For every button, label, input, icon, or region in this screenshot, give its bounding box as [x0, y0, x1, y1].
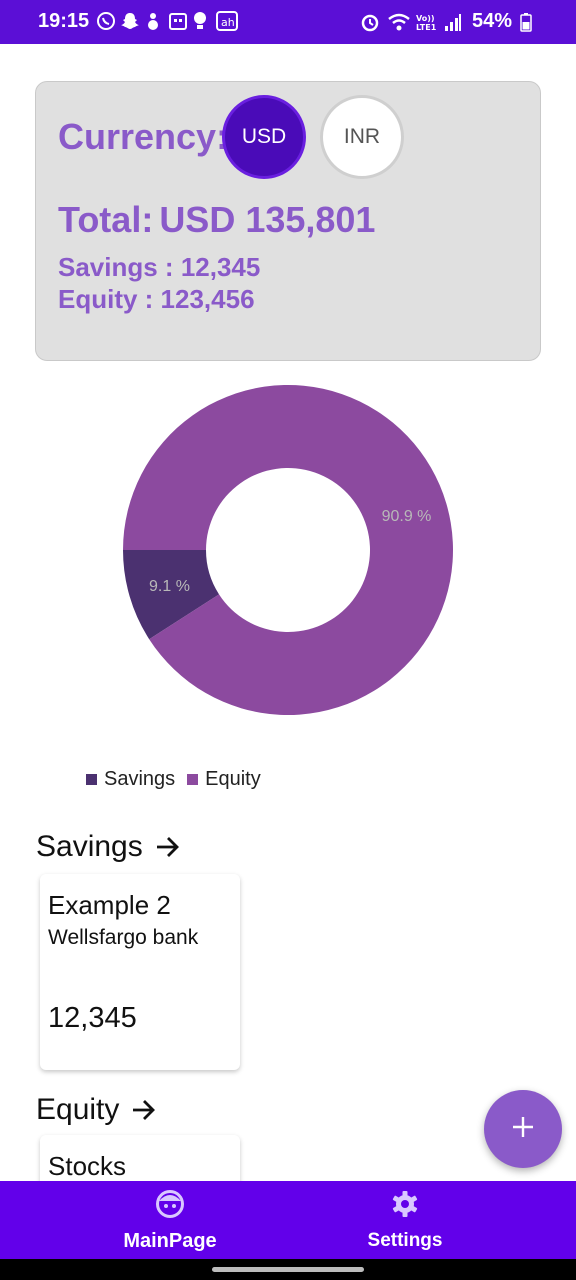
total-value: USD 135,801 [159, 199, 376, 240]
savings-account-card[interactable]: Example 2 Wellsfargo bank 12,345 [40, 874, 240, 1070]
arrow-right-icon [153, 833, 181, 861]
account-name: Example 2 [48, 890, 171, 920]
donut-slice-equity [123, 385, 453, 715]
chart-legend: Savings Equity [86, 768, 265, 791]
legend-swatch-savings [86, 774, 97, 785]
savings-section-link[interactable]: Savings [36, 830, 181, 864]
volte-icon: Vo)) LTE1 [416, 12, 437, 32]
nav-item-mainpage[interactable]: MainPage [70, 1189, 270, 1253]
currency-label: Currency: [58, 116, 229, 157]
total-row: Total: USD 135,801 [58, 199, 375, 241]
portfolio-donut-chart: 9.1 % 90.9 % [123, 385, 453, 715]
alarm-icon [360, 12, 380, 32]
nav-item-settings[interactable]: Settings [305, 1189, 505, 1252]
battery-icon [520, 12, 540, 32]
legend-item-equity: Equity [187, 768, 261, 791]
bulb-icon [192, 11, 210, 31]
equity-section-title: Equity [36, 1093, 120, 1126]
svg-text:LTE1: LTE1 [416, 23, 437, 32]
status-bar: 19:15 ah Vo)) LTE1 54% [0, 0, 576, 44]
account-value: 12,345 [48, 1002, 137, 1034]
signal-icon [444, 12, 464, 32]
nav-label-mainpage: MainPage [123, 1230, 217, 1252]
svg-text:ah: ah [221, 16, 235, 29]
face-icon [155, 1189, 185, 1224]
legend-label-equity: Equity [205, 768, 261, 790]
notification-icon [144, 11, 162, 31]
equity-section-link[interactable]: Equity [36, 1093, 157, 1127]
account-bank: Wellsfargo bank [48, 926, 199, 949]
account-name: Stocks [48, 1151, 127, 1181]
system-nav-bar [0, 1259, 576, 1280]
legend-swatch-equity [187, 774, 199, 785]
plus-icon [510, 1114, 536, 1145]
home-gesture-handle[interactable] [212, 1267, 364, 1272]
gear-icon [390, 1189, 420, 1224]
equity-summary: Equity : 123,456 [58, 284, 255, 314]
summary-card: Currency: USD INR Total: USD 135,801 Sav… [35, 81, 541, 361]
add-button[interactable] [484, 1090, 562, 1168]
whatsapp-icon [96, 11, 115, 31]
status-time: 19:15 [38, 10, 90, 32]
arrow-right-icon [129, 1096, 157, 1124]
donut-label-savings: 9.1 % [149, 578, 190, 595]
savings-summary: Savings : 12,345 [58, 252, 261, 282]
savings-section-title: Savings [36, 830, 143, 863]
snapchat-icon [120, 11, 139, 31]
currency-usd-button[interactable]: USD [222, 95, 306, 179]
total-label: Total: [58, 199, 154, 240]
donut-label-equity: 90.9 % [382, 508, 432, 525]
app-icon: ah [216, 11, 238, 31]
wifi-icon [388, 12, 410, 32]
currency-inr-button[interactable]: INR [320, 95, 404, 179]
bottom-navigation: MainPage Settings [0, 1181, 576, 1259]
calendar-icon [168, 11, 187, 31]
legend-item-savings: Savings [86, 768, 175, 791]
svg-text:Vo)): Vo)) [416, 14, 435, 23]
nav-label-settings: Settings [367, 1230, 443, 1251]
legend-label-savings: Savings [104, 768, 176, 790]
notification-icons: ah [96, 11, 238, 31]
system-status: Vo)) LTE1 54% [360, 10, 540, 33]
battery-text: 54% [471, 10, 512, 32]
